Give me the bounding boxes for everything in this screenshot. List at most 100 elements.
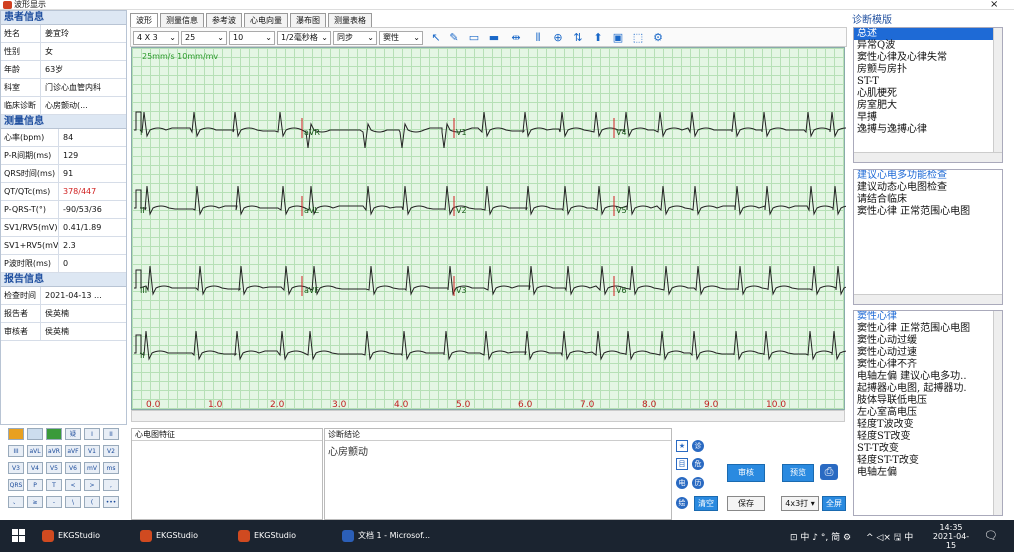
- review-button[interactable]: 审核: [727, 464, 765, 482]
- keypad-key[interactable]: V2: [103, 445, 119, 457]
- keypad-key[interactable]: V4: [27, 462, 43, 474]
- taskbar-app[interactable]: EKGStudio: [138, 526, 198, 546]
- ecg-icon[interactable]: 电: [676, 477, 688, 489]
- swap-icon[interactable]: ⇅: [571, 31, 585, 45]
- features-input[interactable]: [132, 441, 322, 519]
- keypad-key[interactable]: ≥: [27, 496, 43, 508]
- taskbar-app[interactable]: 文档 1 - Microsof...: [340, 526, 430, 546]
- caliper-icon[interactable]: ▬: [487, 31, 501, 45]
- details-item[interactable]: 轻度ST改变: [854, 431, 1002, 443]
- pen-icon[interactable]: ✎: [447, 31, 461, 45]
- trash-icon[interactable]: [27, 428, 43, 440]
- keypad-key[interactable]: V3: [8, 462, 24, 474]
- categories-item[interactable]: ST-T: [854, 76, 1002, 88]
- keypad-key[interactable]: (: [84, 496, 100, 508]
- keypad-key[interactable]: >: [84, 479, 100, 491]
- zoom-icon[interactable]: ⊕: [551, 31, 565, 45]
- details-item[interactable]: 电轴左偏: [854, 467, 1002, 479]
- detail-scrollbar[interactable]: [993, 311, 1002, 515]
- star-icon[interactable]: ★: [676, 440, 688, 452]
- ruler-icon[interactable]: ▭: [467, 31, 481, 45]
- keypad-key[interactable]: III: [8, 445, 24, 457]
- details-item[interactable]: 窦性心律不齐: [854, 359, 1002, 371]
- keypad-key[interactable]: mV: [84, 462, 100, 474]
- details-item[interactable]: ST-T改变: [854, 443, 1002, 455]
- layout-select[interactable]: 4 X 3 ⌄: [133, 31, 179, 45]
- speed-select[interactable]: 25 ⌄: [181, 31, 227, 45]
- print-icon[interactable]: ⎙: [820, 464, 838, 480]
- details-item[interactable]: 电轴左偏 建议心电多功..: [854, 371, 1002, 383]
- keypad-key[interactable]: -: [46, 496, 62, 508]
- category-scrollbar[interactable]: [993, 28, 1002, 162]
- details-item[interactable]: 窦性心动过缓: [854, 335, 1002, 347]
- keypad-key[interactable]: 、: [8, 496, 24, 508]
- ime-icon[interactable]: ⊡: [790, 533, 798, 543]
- pointer-icon[interactable]: ↖: [429, 31, 443, 45]
- windows-start-icon[interactable]: [12, 529, 26, 543]
- upload-icon[interactable]: ⬆: [591, 31, 605, 45]
- categories-item[interactable]: 逸搏与逸搏心律: [854, 124, 1002, 136]
- details-item[interactable]: 左心室高电压: [854, 407, 1002, 419]
- keypad-key[interactable]: 疑: [65, 428, 81, 440]
- sync-select[interactable]: 同步 ⌄: [333, 31, 377, 45]
- keypad-key[interactable]: II: [103, 428, 119, 440]
- tab-5[interactable]: 测量表格: [328, 13, 372, 27]
- tab-0[interactable]: 波形: [130, 13, 158, 27]
- categories-item[interactable]: 房室肥大: [854, 100, 1002, 112]
- draw-icon[interactable]: 绘: [676, 497, 688, 509]
- system-tray[interactable]: ^ ◁× 🖫 中: [866, 530, 913, 546]
- tab-1[interactable]: 测量信息: [160, 13, 204, 27]
- details-item[interactable]: 轻度ST-T改变: [854, 455, 1002, 467]
- suggestion-hscrollbar[interactable]: [854, 294, 1002, 304]
- close-icon[interactable]: ×: [990, 0, 998, 10]
- taskbar-app[interactable]: EKGStudio: [236, 526, 296, 546]
- conclusion-text[interactable]: 心房颤动: [325, 441, 671, 460]
- settings-icon[interactable]: ⚙: [651, 31, 665, 45]
- image-icon[interactable]: ▣: [611, 31, 625, 45]
- categories-item[interactable]: 心肌梗死: [854, 88, 1002, 100]
- select-icon[interactable]: ⬚: [631, 31, 645, 45]
- categories-item[interactable]: 房颤与房扑: [854, 64, 1002, 76]
- keypad-key[interactable]: \: [65, 496, 81, 508]
- keypad-key[interactable]: ms: [103, 462, 119, 474]
- measure-icon[interactable]: ⇹: [509, 31, 523, 45]
- rhythm-select[interactable]: 窦性 ⌄: [379, 31, 423, 45]
- ecg-waveform-area[interactable]: 25mm/s 10mm/mv IaVR V1 V4 II aVL V2 V5 III aVF V3…: [131, 47, 846, 410]
- keypad-key[interactable]: V1: [84, 445, 100, 457]
- keypad-key[interactable]: aVR: [46, 445, 62, 457]
- suggestions-item[interactable]: 建议动态心电图检查: [854, 182, 1002, 194]
- fullscreen-button[interactable]: 全屏: [822, 496, 846, 511]
- details-item[interactable]: 窦性心律 正常范围心电图: [854, 323, 1002, 335]
- keypad-key[interactable]: I: [84, 428, 100, 440]
- keypad-key[interactable]: V5: [46, 462, 62, 474]
- suggestions-item[interactable]: 请结合临床: [854, 194, 1002, 206]
- keypad-key[interactable]: ,: [103, 479, 119, 491]
- keypad-key[interactable]: P: [27, 479, 43, 491]
- tab-3[interactable]: 心电向量: [244, 13, 288, 27]
- suggestions-item[interactable]: 窦性心律 正常范围心电图: [854, 206, 1002, 218]
- clear-button[interactable]: 清空: [694, 496, 718, 511]
- save-button[interactable]: 保存: [727, 496, 765, 511]
- details-item[interactable]: 轻度T波改变: [854, 419, 1002, 431]
- diagnose-icon[interactable]: 诊: [692, 440, 704, 452]
- details-item[interactable]: 肢体导联低电压: [854, 395, 1002, 407]
- keypad-key[interactable]: aVL: [27, 445, 43, 457]
- history-icon[interactable]: 历: [692, 477, 704, 489]
- notification-icon[interactable]: 🗨: [984, 529, 998, 542]
- users-icon[interactable]: [8, 428, 24, 440]
- keypad-key[interactable]: •••: [103, 496, 119, 508]
- details-item[interactable]: 起搏器心电图, 起搏器功.: [854, 383, 1002, 395]
- keypad-key[interactable]: V6: [65, 462, 81, 474]
- horizontal-scrollbar[interactable]: [131, 410, 845, 422]
- categories-item[interactable]: 早搏: [854, 112, 1002, 124]
- columns-icon[interactable]: ⦀: [531, 31, 545, 45]
- ime-tray[interactable]: ⊡ 中 ♪ °, 简 ⚙: [790, 530, 851, 543]
- keypad-key[interactable]: <: [65, 479, 81, 491]
- gain-select[interactable]: 10 ⌄: [229, 31, 275, 45]
- add-icon[interactable]: [46, 428, 62, 440]
- clock[interactable]: 14:35 2021-04-15: [928, 523, 974, 550]
- category-hscrollbar[interactable]: [854, 152, 1002, 162]
- print-mode-select[interactable]: 4x3打 ▾: [781, 496, 819, 511]
- taskbar-app[interactable]: EKGStudio: [40, 526, 100, 546]
- suggestions-item[interactable]: 建议心电多功能检查: [854, 170, 1002, 182]
